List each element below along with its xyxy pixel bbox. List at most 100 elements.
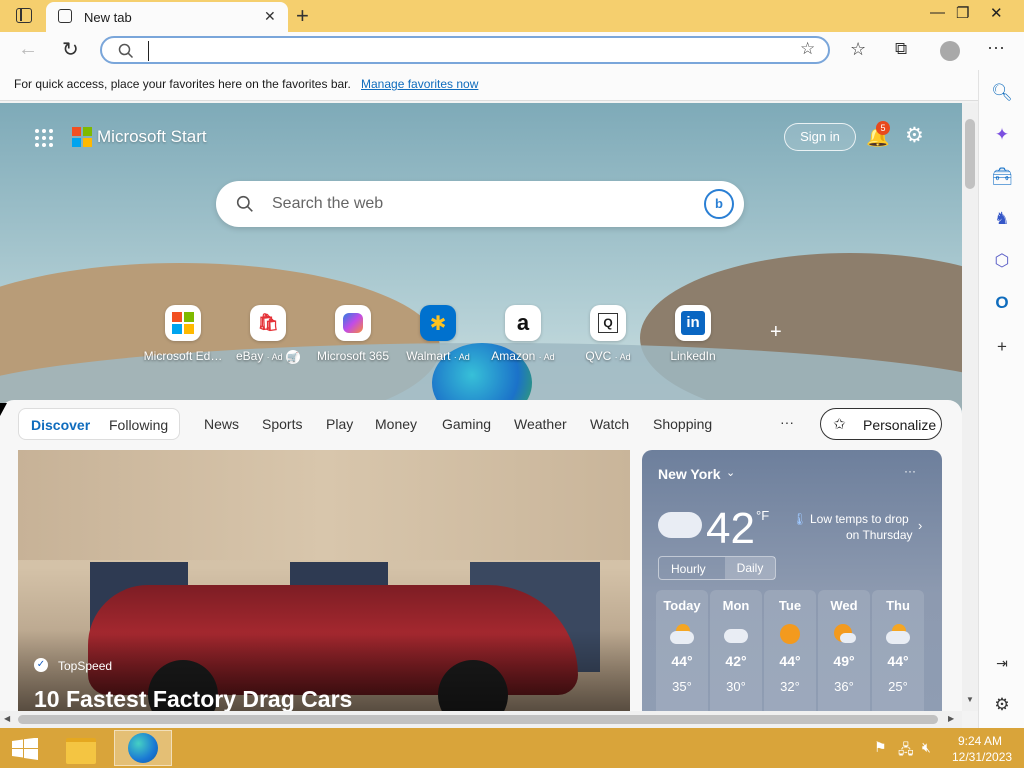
start-button[interactable] bbox=[12, 737, 38, 760]
clock-date[interactable]: 12/31/2023 bbox=[952, 750, 1012, 764]
tab-shopping[interactable]: Shopping bbox=[653, 416, 712, 432]
day-high: 44° bbox=[779, 653, 801, 669]
mouse-cursor bbox=[0, 403, 7, 416]
tab-actions-button[interactable] bbox=[16, 8, 32, 23]
more-categories-button[interactable]: ··· bbox=[780, 414, 794, 430]
day-name: Wed bbox=[830, 598, 858, 613]
windows-taskbar: ⚑ 🖧︎ 🔇︎ 9:24 AM 12/31/2023 bbox=[0, 728, 1024, 768]
address-bar[interactable]: ☆ bbox=[100, 36, 830, 64]
volume-muted-icon[interactable]: 🔇︎ bbox=[922, 739, 931, 756]
microsoft-365-icon[interactable]: ⬡ bbox=[991, 250, 1013, 272]
tab-discover[interactable]: Discover bbox=[31, 417, 90, 433]
edge-sidebar: 🔍︎ ✦ 🧰︎ ♞ ⬡ O + ⇥ ⚙ bbox=[978, 70, 1024, 728]
page-settings-gear-icon[interactable]: ⚙ bbox=[905, 123, 924, 148]
weather-card[interactable]: New York ⌄ ··· 42 °F 🌡 Low temps to drop… bbox=[642, 450, 942, 711]
linkedin-icon: in bbox=[675, 305, 711, 341]
back-button[interactable]: ← bbox=[18, 38, 38, 61]
toggle-hourly[interactable]: Hourly bbox=[671, 562, 706, 576]
favorites-icon[interactable]: ☆ bbox=[850, 39, 866, 60]
tab-money[interactable]: Money bbox=[375, 416, 417, 432]
shopping-icon[interactable]: 🧰︎ bbox=[991, 166, 1013, 188]
forecast-day[interactable]: Tue 44° 32° bbox=[764, 598, 816, 694]
collections-icon[interactable]: ⧉ bbox=[895, 39, 907, 59]
notification-badge: 5 bbox=[876, 121, 890, 135]
add-quick-link-button[interactable]: + bbox=[770, 321, 782, 344]
horizontal-scrollbar[interactable]: ◀ ▶ bbox=[0, 711, 962, 728]
scroll-right-arrow[interactable]: ▶ bbox=[948, 714, 954, 723]
building-wall bbox=[18, 450, 630, 560]
sunny-icon bbox=[778, 624, 802, 646]
clock-time[interactable]: 9:24 AM bbox=[958, 734, 1002, 748]
tab-following[interactable]: Following bbox=[109, 417, 168, 433]
bing-chat-icon[interactable]: b bbox=[704, 189, 734, 219]
restore-button[interactable]: ❐ bbox=[956, 4, 969, 22]
quick-link-label: LinkedIn bbox=[670, 349, 716, 363]
microsoft-tile-icon bbox=[165, 305, 201, 341]
hero-article-card[interactable]: ✓ TopSpeed 10 Fastest Factory Drag Cars bbox=[18, 450, 630, 711]
scroll-down-arrow[interactable]: ▼ bbox=[966, 695, 974, 704]
file-explorer-taskbar-button[interactable] bbox=[62, 732, 100, 764]
forecast-day[interactable]: Wed 49° 36° bbox=[818, 598, 870, 694]
forecast-day[interactable]: Thu 44° 25° bbox=[872, 598, 924, 694]
toggle-daily[interactable]: Daily bbox=[725, 557, 775, 579]
weather-alert-line2[interactable]: on Thursday bbox=[846, 528, 913, 542]
tab-watch[interactable]: Watch bbox=[590, 416, 629, 432]
forecast-day[interactable]: Mon 42° 30° bbox=[710, 598, 762, 694]
vertical-scrollbar[interactable]: ▼ bbox=[962, 103, 978, 711]
close-tab-icon[interactable]: ✕ bbox=[264, 8, 276, 25]
quick-link-ebay[interactable]: 🛍 eBay · Ad 🛒 bbox=[223, 305, 313, 364]
manage-favorites-link[interactable]: Manage favorites now bbox=[361, 77, 478, 91]
day-low: 32° bbox=[780, 679, 800, 694]
quick-link-microsoft-edge[interactable]: Microsoft Ed… bbox=[138, 305, 228, 363]
sidebar-settings-gear-icon[interactable]: ⚙ bbox=[991, 694, 1013, 716]
hide-sidebar-icon[interactable]: ⇥ bbox=[991, 652, 1013, 674]
chevron-right-icon[interactable]: › bbox=[918, 518, 922, 533]
tab-news[interactable]: News bbox=[204, 416, 239, 432]
personalize-star-icon: ✩ bbox=[833, 416, 846, 433]
quick-link-qvc[interactable]: Q QVC · Ad bbox=[563, 305, 653, 363]
quick-link-microsoft-365[interactable]: Microsoft 365 bbox=[308, 305, 398, 363]
personalize-button[interactable]: ✩ Personalize bbox=[820, 408, 942, 440]
quick-link-linkedin[interactable]: in LinkedIn bbox=[648, 305, 738, 363]
weather-alert-line1[interactable]: Low temps to drop bbox=[810, 512, 909, 526]
brand-title[interactable]: Microsoft Start bbox=[97, 127, 207, 147]
games-icon[interactable]: ♞ bbox=[991, 208, 1013, 230]
scroll-left-arrow[interactable]: ◀ bbox=[4, 714, 10, 723]
apps-launcher-icon[interactable] bbox=[34, 128, 54, 148]
add-sidebar-app-icon[interactable]: + bbox=[991, 336, 1013, 358]
new-tab-button[interactable]: + bbox=[296, 3, 309, 29]
address-input[interactable] bbox=[148, 41, 753, 61]
tab-play[interactable]: Play bbox=[326, 416, 353, 432]
weather-more-button[interactable]: ··· bbox=[904, 464, 916, 478]
quick-link-walmart[interactable]: ✱ Walmart · Ad bbox=[393, 305, 483, 363]
tab-new-tab[interactable]: New tab ✕ bbox=[46, 2, 288, 32]
web-search-box[interactable]: Search the web b bbox=[216, 181, 744, 227]
refresh-button[interactable]: ↻ bbox=[62, 37, 79, 62]
settings-more-button[interactable]: ··· bbox=[987, 37, 1005, 58]
edge-taskbar-button[interactable] bbox=[114, 730, 172, 766]
scrollbar-thumb[interactable] bbox=[965, 119, 975, 189]
tab-gaming[interactable]: Gaming bbox=[442, 416, 491, 432]
network-icon[interactable]: 🖧︎ bbox=[898, 739, 914, 763]
forecast-day[interactable]: Today 44° 35° bbox=[656, 598, 708, 694]
tab-weather[interactable]: Weather bbox=[514, 416, 567, 432]
close-window-button[interactable]: ✕ bbox=[990, 4, 1003, 22]
action-center-flag-icon[interactable]: ⚑ bbox=[874, 739, 887, 756]
news-feed: Discover Following News Sports Play Mone… bbox=[0, 400, 962, 711]
ad-badge: · Ad bbox=[614, 352, 631, 362]
weather-location[interactable]: New York bbox=[658, 466, 721, 482]
copilot-icon[interactable]: ✦ bbox=[991, 124, 1013, 146]
article-headline[interactable]: 10 Fastest Factory Drag Cars bbox=[34, 686, 352, 711]
chevron-down-icon[interactable]: ⌄ bbox=[726, 466, 735, 479]
search-icon[interactable]: 🔍︎ bbox=[991, 82, 1013, 104]
source-logo-icon: ✓ bbox=[34, 658, 48, 672]
minimize-button[interactable]: — bbox=[930, 4, 945, 21]
outlook-icon[interactable]: O bbox=[991, 292, 1013, 314]
sign-in-button[interactable]: Sign in bbox=[784, 123, 856, 151]
scrollbar-thumb[interactable] bbox=[18, 715, 938, 724]
quick-link-amazon[interactable]: a Amazon · Ad bbox=[478, 305, 568, 363]
search-icon bbox=[118, 43, 134, 59]
profile-avatar[interactable] bbox=[940, 41, 960, 61]
add-favorite-icon[interactable]: ☆ bbox=[800, 39, 815, 59]
tab-sports[interactable]: Sports bbox=[262, 416, 302, 432]
